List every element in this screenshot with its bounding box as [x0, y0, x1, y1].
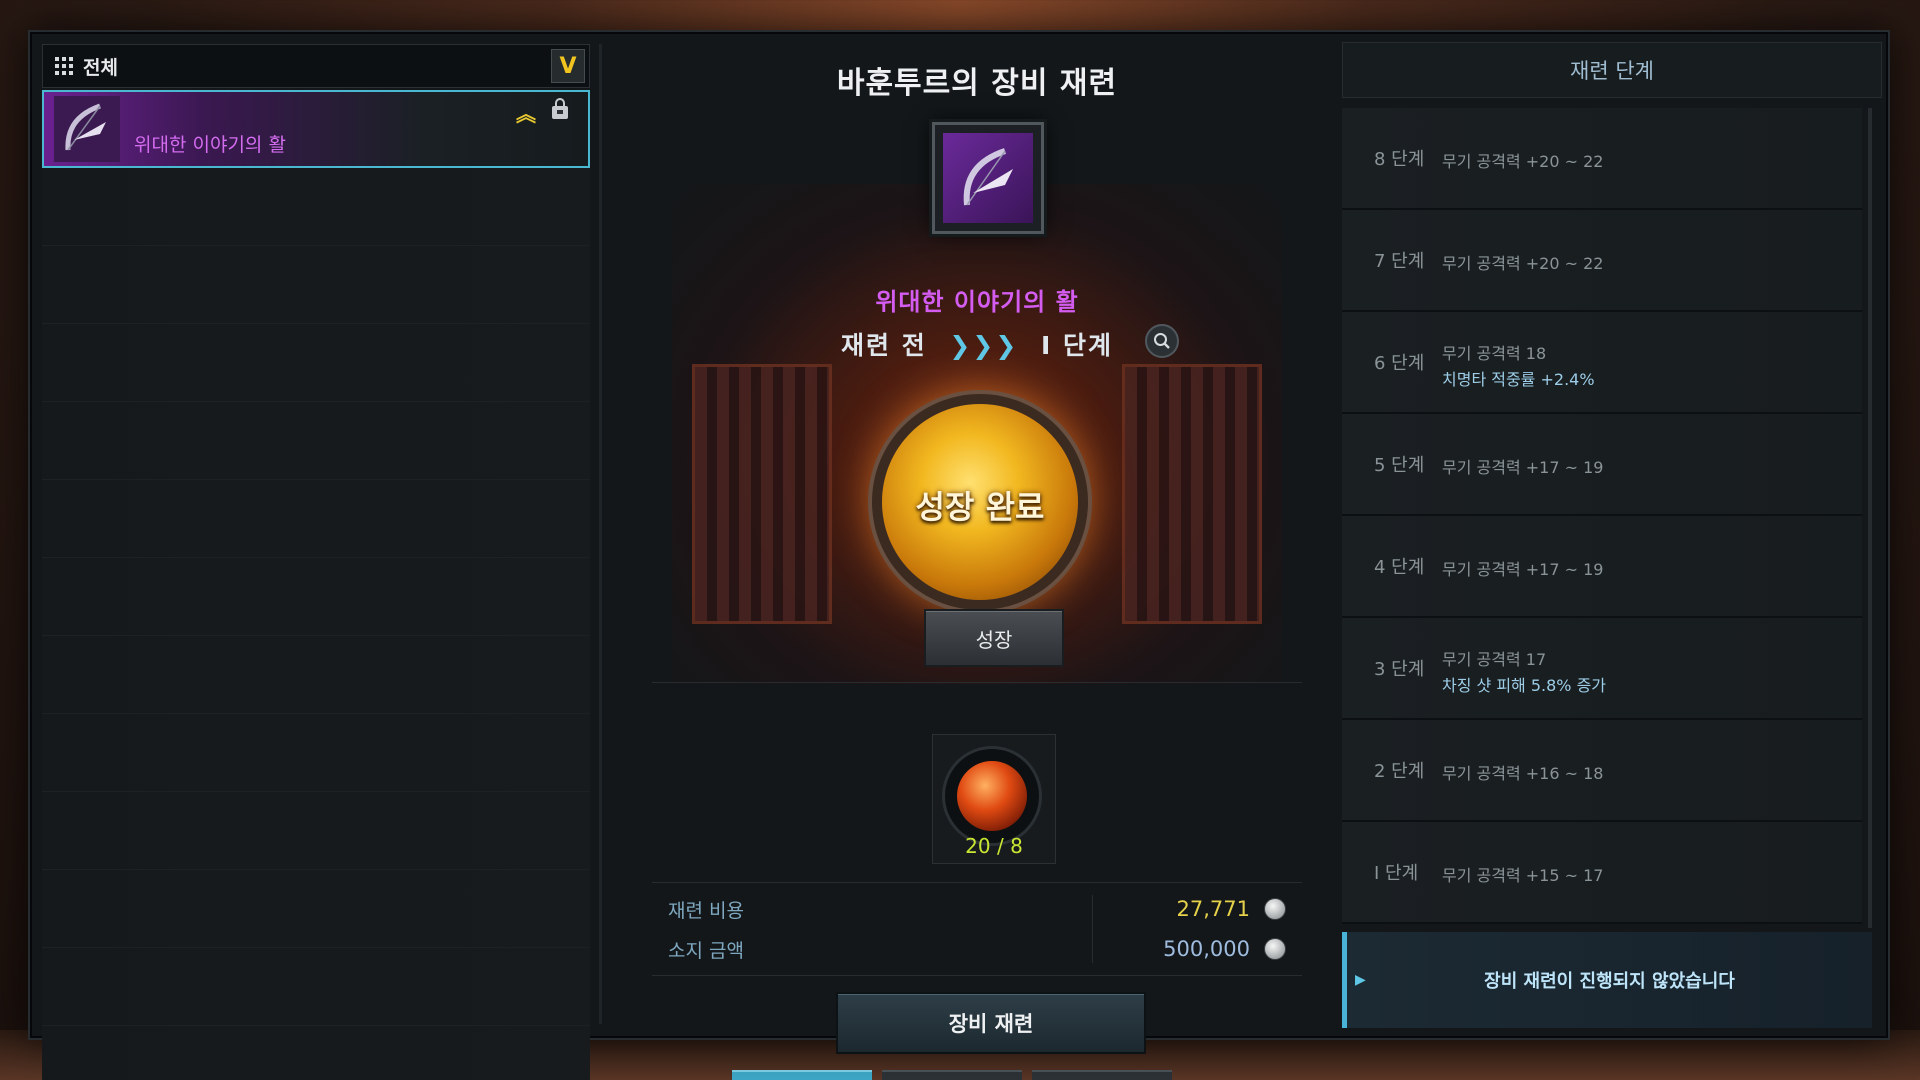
list-item-empty: [42, 1026, 590, 1080]
refine-window: 전체 V 위대한 이야기의 활 ︽ 바훈투르의 장비 재련 위대한 이야기의 활…: [30, 32, 1888, 1080]
owned-gold-value: 500,000: [1163, 937, 1250, 961]
triple-arrow-icon: ❯❯❯: [949, 331, 1019, 360]
cost-table: 재련 비용 27,771 소지 금액 500,000: [652, 882, 1302, 976]
filter-label: 전체: [83, 56, 118, 79]
list-item-empty: [42, 558, 590, 636]
list-item-selected[interactable]: 위대한 이야기의 활 ︽: [42, 90, 590, 168]
play-arrow-icon: ▶: [1355, 972, 1366, 988]
stage-stat: 무기 공격력 +20 ~ 22: [1442, 254, 1604, 273]
list-item-empty: [42, 714, 590, 792]
stage-label: 3 단계: [1374, 659, 1425, 680]
stage-stat: 무기 공격력 18: [1442, 344, 1547, 363]
stage-stat: 무기 공격력 17: [1442, 650, 1547, 669]
selected-item-name: 위대한 이야기의 활: [875, 288, 1079, 316]
upgrade-chevron-icon: ︽: [516, 102, 536, 126]
list-item-empty: [42, 246, 590, 324]
fire-stone-icon: [957, 761, 1027, 831]
inventory-panel: 전체 V 위대한 이야기의 활 ︽: [42, 44, 590, 1080]
silver-coin-icon: [1264, 938, 1286, 960]
stage-stat: 무기 공격력 +17 ~ 19: [1442, 560, 1604, 579]
bottom-tab-2[interactable]: [882, 1070, 1022, 1080]
refine-button[interactable]: 장비 재련: [836, 992, 1146, 1054]
stage-row: 5 단계 무기 공격력 +17 ~ 19: [1342, 414, 1862, 516]
divider: [652, 682, 1302, 683]
material-count: 20 / 8: [965, 834, 1023, 858]
list-item-empty: [42, 324, 590, 402]
list-item-empty: [42, 948, 590, 1026]
stage-stat: 무기 공격력 +16 ~ 18: [1442, 764, 1604, 783]
stage-label: 2 단계: [1374, 761, 1425, 782]
stage-stat: 무기 공격력 +15 ~ 17: [1442, 866, 1604, 885]
stage-label: I 단계: [1374, 863, 1419, 884]
stage-label: 7 단계: [1374, 251, 1425, 272]
list-item-empty: [42, 636, 590, 714]
silver-coin-icon: [1264, 898, 1286, 920]
list-item-empty: [42, 168, 590, 246]
search-icon[interactable]: [1145, 324, 1179, 358]
bottom-tab-3[interactable]: [1032, 1070, 1172, 1080]
bow-icon: [54, 96, 120, 162]
stage-bonus: 치명타 적중률 +2.4%: [1442, 370, 1595, 389]
stages-header: 재련 단계: [1342, 42, 1882, 98]
stage-row: 4 단계 무기 공격력 +17 ~ 19: [1342, 516, 1862, 618]
item-name: 위대한 이야기의 활: [134, 134, 286, 156]
bow-icon: [963, 148, 1013, 206]
refine-status-bar: ▶ 장비 재련이 진행되지 않았습니다: [1342, 932, 1872, 1028]
list-item-empty: [42, 792, 590, 870]
grow-button[interactable]: 성장: [924, 609, 1064, 667]
refine-panel: 바훈투르의 장비 재련 위대한 이야기의 활 재련 전 ❯❯❯ I 단계 성장 …: [612, 34, 1342, 1054]
stage-row: 7 단계 무기 공격력 +20 ~ 22: [1342, 210, 1862, 312]
stage-stat: 무기 공격력 +17 ~ 19: [1442, 458, 1604, 477]
page-title: 바훈투르의 장비 재련: [836, 66, 1118, 101]
stage-label: 6 단계: [1374, 353, 1425, 374]
forge-pillar-left: [692, 364, 832, 624]
stage-row: 3 단계 무기 공격력 17 차징 샷 피해 5.8% 증가: [1342, 618, 1862, 720]
stage-label: 8 단계: [1374, 149, 1425, 170]
stage-label: 4 단계: [1374, 557, 1425, 578]
stage-row: 8 단계 무기 공격력 +20 ~ 22: [1342, 108, 1862, 210]
stage-row: 2 단계 무기 공격력 +16 ~ 18: [1342, 720, 1862, 822]
refine-cost-row: 재련 비용 27,771: [652, 889, 1302, 929]
stage-row: 6 단계 무기 공격력 18 치명타 적중률 +2.4%: [1342, 312, 1862, 414]
bag-lock-icon: [552, 98, 568, 119]
category-filter[interactable]: 전체 V: [42, 44, 590, 88]
stage-indicator: 재련 전 ❯❯❯ I 단계: [612, 326, 1342, 362]
owned-gold-row: 소지 금액 500,000: [652, 929, 1302, 969]
stage-bonus: 차징 샷 피해 5.8% 증가: [1442, 676, 1607, 695]
stage-after: I 단계: [1040, 331, 1113, 360]
refine-cost-value: 27,771: [1176, 897, 1250, 921]
equipment-slot[interactable]: [932, 122, 1044, 234]
panel-divider: [599, 44, 602, 1024]
list-item-empty: [42, 870, 590, 948]
stage-row: I 단계 무기 공격력 +15 ~ 17: [1342, 822, 1862, 924]
refine-cost-label: 재련 비용: [668, 899, 744, 922]
stage-before: 재련 전: [840, 331, 927, 360]
grid-icon: [55, 57, 73, 75]
item-list: 위대한 이야기의 활 ︽: [42, 90, 590, 1080]
stage-stat: 무기 공격력 +20 ~ 22: [1442, 152, 1604, 171]
orb-status-text: 성장 완료: [915, 488, 1045, 526]
bottom-tab-1[interactable]: [732, 1070, 872, 1080]
stages-panel: 재련 단계 8 단계 무기 공격력 +20 ~ 22 7 단계 무기 공격력 +20 …: [1342, 42, 1882, 1032]
refine-status-text: 장비 재련이 진행되지 않았습니다: [1484, 971, 1735, 992]
list-item-empty: [42, 402, 590, 480]
list-item-empty: [42, 480, 590, 558]
stage-list: 8 단계 무기 공격력 +20 ~ 22 7 단계 무기 공격력 +20 ~ 22 6 …: [1342, 108, 1862, 924]
scrollbar[interactable]: [1868, 108, 1872, 928]
chevron-down-icon[interactable]: V: [551, 49, 585, 83]
owned-gold-label: 소지 금액: [668, 939, 744, 962]
forge-pillar-right: [1122, 364, 1262, 624]
stage-label: 5 단계: [1374, 455, 1425, 476]
